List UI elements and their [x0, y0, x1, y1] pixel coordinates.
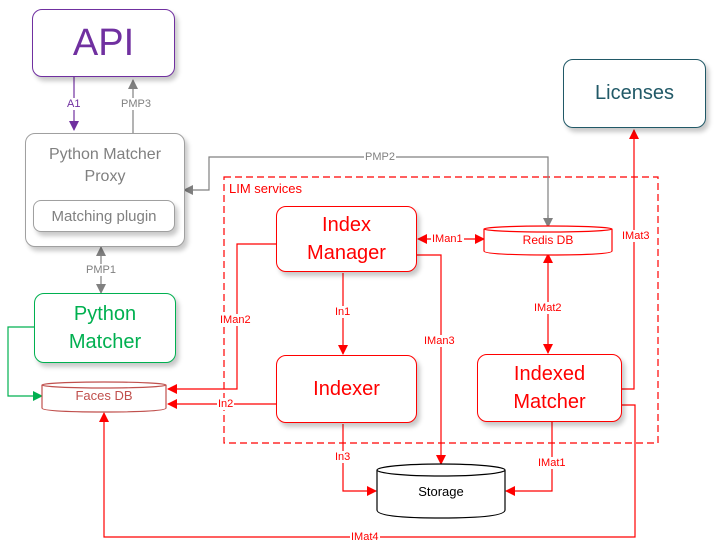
index-manager-node[interactable]: Index Manager	[276, 206, 417, 272]
edge-label-pmp2: PMP2	[364, 151, 396, 163]
edge-label-in3: In3	[334, 451, 352, 463]
edge-label-pmp3: PMP3	[120, 98, 152, 110]
edge-iman3	[417, 254, 446, 465]
edge-label-iman1: IMan1	[431, 233, 464, 245]
indexed-matcher-node[interactable]: Indexed Matcher	[477, 354, 622, 422]
api-label: API	[72, 21, 135, 64]
indexer-label: Indexer	[313, 377, 380, 400]
matching-plugin-label: Matching plugin	[51, 207, 157, 225]
edge-label-imat1: IMat1	[537, 457, 567, 469]
edge-label-imat4: IMat4	[350, 531, 380, 543]
python-matcher-label: Python Matcher	[68, 303, 142, 353]
edge-label-imat2: IMat2	[533, 302, 563, 314]
edge-imat3	[622, 129, 639, 390]
edge-label-in2: In2	[217, 398, 235, 410]
indexer-node[interactable]: Indexer	[276, 355, 417, 423]
faces-db-label: Faces DB	[75, 388, 133, 403]
matching-plugin-node[interactable]: Matching plugin	[33, 200, 175, 232]
redis-db-label: Redis DB	[522, 233, 574, 247]
edge-label-iman3: IMan3	[423, 335, 456, 347]
edge-imat4	[99, 404, 636, 538]
python-matcher-node[interactable]: Python Matcher	[34, 293, 176, 363]
edge-label-a1: A1	[66, 98, 82, 110]
edge-label-iman2: IMan2	[219, 314, 252, 326]
edge-label-in1: In1	[334, 306, 352, 318]
proxy-label: Python Matcher Proxy	[48, 146, 162, 185]
index-manager-label: Index Manager	[307, 214, 386, 264]
licenses-label: Licenses	[595, 82, 674, 104]
storage-label: Storage	[418, 484, 464, 499]
edge-label-pmp1: PMP1	[85, 264, 117, 276]
lim-services-label: LIM services	[229, 181, 302, 196]
licenses-node[interactable]: Licenses	[563, 59, 706, 128]
indexed-matcher-label: Indexed Matcher	[513, 363, 586, 413]
api-node[interactable]: API	[32, 9, 175, 77]
edge-label-imat3: IMat3	[621, 230, 651, 242]
